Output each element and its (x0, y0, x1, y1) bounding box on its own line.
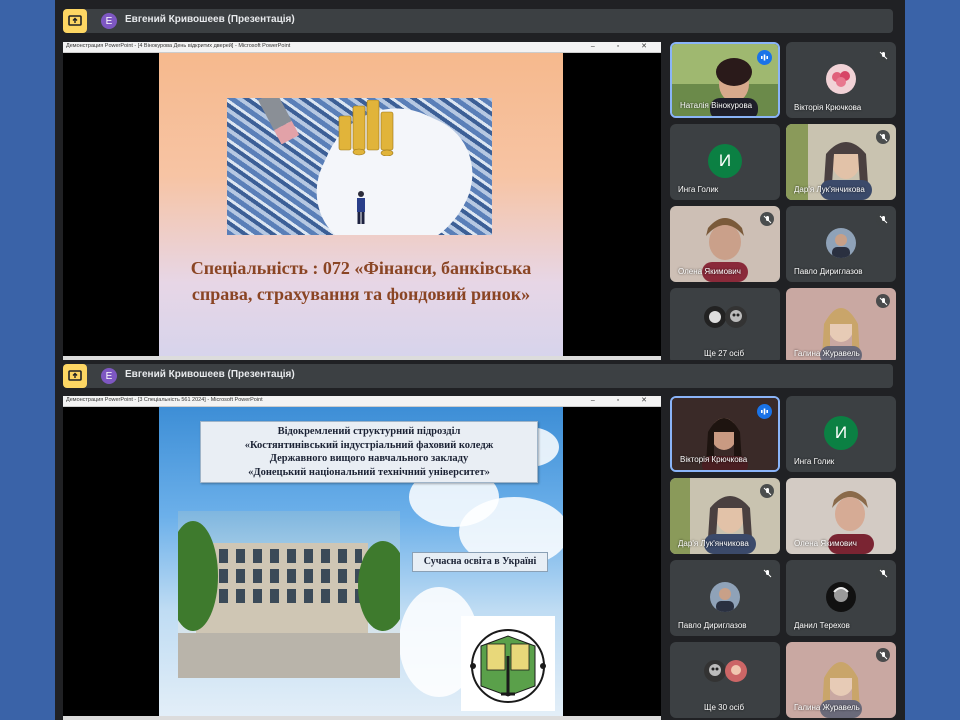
presenter-name: Евгений Кривошеев (Презентація) (125, 369, 295, 380)
participant-avatar: И (824, 416, 858, 450)
participant-avatar (826, 64, 856, 94)
mic-off-icon (760, 484, 774, 498)
participant-name: Дар'я Лук'янчикова (794, 185, 865, 194)
participant-name: Галина Журавель (794, 349, 860, 358)
mic-off-icon (760, 566, 774, 580)
man-figure-icon (357, 191, 365, 224)
participant-tile[interactable]: Павло Дириглазов (786, 206, 896, 282)
participant-avatar: И (708, 144, 742, 178)
participant-tile[interactable]: Галина Журавель (786, 642, 896, 718)
participant-avatar (725, 306, 747, 328)
mic-off-icon (876, 48, 890, 62)
participant-name: Галина Журавель (794, 703, 860, 712)
college-header: Відокремлений структурний підрозділ «Кос… (200, 421, 538, 483)
participant-tile[interactable]: Вікторія Крючкова (670, 396, 780, 472)
specialty-line-1: Спеціальність : 072 «Фінанси, банківська (190, 258, 532, 278)
participant-tile[interactable]: Павло Дириглазов (670, 560, 780, 636)
speaking-indicator-icon (757, 404, 772, 419)
powerpoint-title-bar: Демонстрация PowerPoint - [4 Вінокурова … (63, 42, 661, 53)
presentation-window: Демонстрация PowerPoint - [4 Вінокурова … (63, 42, 661, 360)
more-participants-count: Ще 27 осіб (704, 349, 745, 358)
participant-avatar (704, 306, 726, 328)
header-line: Державного вищого навчального закладу (269, 453, 469, 464)
slide-college: Відокремлений структурний підрозділ «Кос… (159, 407, 563, 720)
mic-off-icon (876, 648, 890, 662)
mic-off-icon (876, 130, 890, 144)
modern-education-label: Сучасна освіта в Україні (412, 552, 548, 572)
mic-off-icon (760, 212, 774, 226)
participant-name: Павло Дириглазов (794, 267, 863, 276)
maze-image (227, 98, 492, 235)
participant-tile[interactable]: И Инга Голик (786, 396, 896, 472)
ppt-status-bar (63, 716, 661, 720)
participant-avatar (704, 660, 726, 682)
participant-avatar (725, 660, 747, 682)
pencil-eraser-icon (258, 98, 300, 145)
participant-name: Олена Якимович (678, 267, 741, 276)
window-title: Демонстрация PowerPoint - [4 Вінокурова … (66, 43, 291, 49)
mic-off-icon (876, 566, 890, 580)
participant-name: Вікторія Крючкова (794, 103, 862, 112)
window-controls[interactable]: – ▫ ✕ (591, 396, 657, 404)
participant-name: Наталія Вінокурова (680, 101, 753, 110)
participant-tile[interactable]: И Инга Голик (670, 124, 780, 200)
participant-tile[interactable]: Дар'я Лук'янчикова (670, 478, 780, 554)
mic-off-icon (876, 212, 890, 226)
specialty-line-2: справа, страхування та фондовий ринок» (191, 284, 531, 304)
header-line: Відокремлений структурний підрозділ (277, 426, 461, 437)
participant-avatar (710, 582, 740, 612)
participant-tile[interactable]: Дар'я Лук'янчикова (786, 124, 896, 200)
meet-screen-2: Е Евгений Кривошеев (Презентація) Демонс… (55, 360, 905, 720)
more-participants-tile[interactable]: Ще 30 осіб (670, 642, 780, 718)
slide-finance: Спеціальність : 072 «Фінанси, банківська… (159, 53, 563, 360)
powerpoint-title-bar: Демонстрация PowerPoint - [3 Спеціальніс… (63, 396, 661, 407)
presenter-name: Евгений Кривошеев (Презентація) (125, 14, 295, 25)
participant-name: Олена Якимович (794, 539, 857, 548)
presenter-avatar: Е (101, 368, 117, 384)
left-background (0, 0, 55, 720)
more-participants-count: Ще 30 осіб (704, 703, 745, 712)
participant-tile[interactable]: Галина Журавель (786, 288, 896, 360)
participant-tile[interactable]: Вікторія Крючкова (786, 42, 896, 118)
presenter-bar: Е Евгений Кривошеев (Презентація) (63, 364, 893, 388)
participant-tile[interactable]: Данил Терехов (786, 560, 896, 636)
mic-off-icon (876, 294, 890, 308)
speaking-indicator-icon (757, 50, 772, 65)
presenter-avatar: Е (101, 13, 117, 29)
participant-name: Вікторія Крючкова (680, 455, 748, 464)
participant-avatar (826, 582, 856, 612)
participant-name: Инга Голик (678, 185, 719, 194)
participant-tile[interactable]: Олена Якимович (670, 206, 780, 282)
participant-name: Дар'я Лук'янчикова (678, 539, 749, 548)
window-title: Демонстрация PowerPoint - [3 Спеціальніс… (66, 397, 263, 403)
header-line: «Костянтинівський індустріальний фаховий… (244, 439, 494, 451)
college-building-photo (178, 511, 400, 678)
more-participants-tile[interactable]: Ще 27 осіб (670, 288, 780, 360)
participant-name: Данил Терехов (794, 621, 850, 630)
participant-name: Инга Голик (794, 457, 835, 466)
right-background (905, 0, 960, 720)
present-screen-icon[interactable] (63, 9, 87, 33)
participant-avatar (826, 228, 856, 258)
presenter-bar: Е Евгений Кривошеев (Презентація) (63, 9, 893, 33)
college-logo (461, 616, 555, 711)
window-controls[interactable]: – ▫ ✕ (591, 42, 657, 50)
participant-tile[interactable]: Наталія Вінокурова (670, 42, 780, 118)
participant-tile[interactable]: Олена Якимович (786, 478, 896, 554)
coins-icon (338, 100, 394, 156)
meet-screen-1: Е Евгений Кривошеев (Презентація) Демонс… (55, 0, 905, 360)
presentation-window: Демонстрация PowerPoint - [3 Спеціальніс… (63, 396, 661, 720)
header-line: «Донецький національний технічний універ… (248, 466, 490, 478)
participant-name: Павло Дириглазов (678, 621, 747, 630)
present-screen-icon[interactable] (63, 364, 87, 388)
specialty-title: Спеціальність : 072 «Фінанси, банківська… (159, 255, 563, 307)
